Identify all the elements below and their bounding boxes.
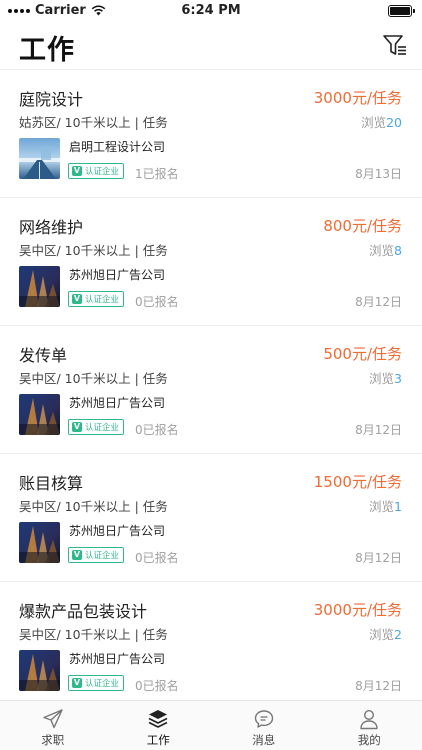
tab-messages[interactable]: 消息 xyxy=(211,701,317,750)
views-count: 8 xyxy=(394,243,402,258)
job-date: 8月12日 xyxy=(355,551,402,565)
job-pay: 500元/任务 xyxy=(323,345,402,363)
tab-label: 工作 xyxy=(146,733,170,747)
company-logo xyxy=(19,394,60,435)
job-list[interactable]: 庭院设计 3000元/任务 姑苏区/ 10千米以上 | 任务 浏览20 启明工程… xyxy=(0,70,422,700)
job-title: 庭院设计 xyxy=(19,90,84,109)
job-views: 浏览20 xyxy=(361,112,402,131)
verified-label: 认证企业 xyxy=(85,423,120,433)
apply-count: 0已报名 xyxy=(135,679,179,693)
job-location-meta: 吴中区/ 10千米以上 | 任务 xyxy=(19,243,168,258)
job-location-meta: 吴中区/ 10千米以上 | 任务 xyxy=(19,627,168,642)
verified-label: 认证企业 xyxy=(85,679,120,689)
tab-label: 消息 xyxy=(252,733,276,747)
job-views: 浏览1 xyxy=(369,496,402,515)
job-pay: 3000元/任务 xyxy=(313,601,402,619)
verified-label: 认证企业 xyxy=(85,551,120,561)
verified-label: 认证企业 xyxy=(85,167,120,177)
layers-icon xyxy=(148,710,168,728)
job-pay: 800元/任务 xyxy=(323,217,402,235)
company-name: 苏州旭日广告公司 xyxy=(69,524,166,538)
job-card[interactable]: 账目核算 1500元/任务 吴中区/ 10千米以上 | 任务 浏览1 苏州旭日广… xyxy=(0,454,422,582)
company-logo xyxy=(19,522,60,563)
company-name: 苏州旭日广告公司 xyxy=(69,396,166,410)
filter-icon[interactable] xyxy=(382,32,408,58)
verified-v-icon: V xyxy=(72,422,82,432)
company-logo xyxy=(19,650,60,691)
verified-badge: V 认证企业 xyxy=(68,547,125,563)
job-card[interactable]: 发传单 500元/任务 吴中区/ 10千米以上 | 任务 浏览3 苏州旭日广告公… xyxy=(0,326,422,454)
battery-icon xyxy=(388,5,415,17)
company-logo xyxy=(19,138,60,179)
job-views: 浏览8 xyxy=(369,240,402,259)
company-name: 苏州旭日广告公司 xyxy=(69,652,166,666)
job-views: 浏览3 xyxy=(369,368,402,387)
job-pay: 1500元/任务 xyxy=(313,473,402,491)
apply-count: 0已报名 xyxy=(135,295,179,309)
views-label: 浏览 xyxy=(369,627,395,642)
job-location-meta: 吴中区/ 10千米以上 | 任务 xyxy=(19,499,168,514)
views-label: 浏览 xyxy=(369,371,395,386)
verified-v-icon: V xyxy=(72,294,82,304)
page-title: 工作 xyxy=(19,35,75,66)
tab-label: 求职 xyxy=(41,733,65,747)
verified-label: 认证企业 xyxy=(85,295,120,305)
views-label: 浏览 xyxy=(361,115,387,130)
verified-v-icon: V xyxy=(72,550,82,560)
nav-header: 工作 xyxy=(0,22,422,70)
job-location-meta: 姑苏区/ 10千米以上 | 任务 xyxy=(19,115,168,130)
status-bar: Carrier 6:24 PM xyxy=(0,0,422,22)
job-title: 网络维护 xyxy=(19,218,84,237)
user-icon xyxy=(360,709,378,730)
company-logo xyxy=(19,266,60,307)
job-card[interactable]: 爆款产品包装设计 3000元/任务 吴中区/ 10千米以上 | 任务 浏览2 苏… xyxy=(0,582,422,700)
apply-count: 1已报名 xyxy=(135,167,179,181)
tab-work[interactable]: 工作 xyxy=(106,701,212,750)
job-pay: 3000元/任务 xyxy=(313,89,402,107)
views-count: 3 xyxy=(394,371,402,386)
tab-label: 我的 xyxy=(357,733,381,747)
views-label: 浏览 xyxy=(369,243,395,258)
views-count: 20 xyxy=(386,115,402,130)
job-title: 发传单 xyxy=(19,346,68,365)
verified-badge: V 认证企业 xyxy=(68,675,125,691)
job-date: 8月12日 xyxy=(355,679,402,693)
paper-plane-icon xyxy=(43,709,63,729)
company-name: 启明工程设计公司 xyxy=(69,140,166,154)
company-name: 苏州旭日广告公司 xyxy=(69,268,166,282)
job-card[interactable]: 网络维护 800元/任务 吴中区/ 10千米以上 | 任务 浏览8 苏州旭日广告… xyxy=(0,198,422,326)
job-views: 浏览2 xyxy=(369,624,402,643)
verified-v-icon: V xyxy=(72,166,82,176)
views-count: 2 xyxy=(394,627,402,642)
job-title: 账目核算 xyxy=(19,474,84,493)
job-card[interactable]: 庭院设计 3000元/任务 姑苏区/ 10千米以上 | 任务 浏览20 启明工程… xyxy=(0,70,422,198)
job-location-meta: 吴中区/ 10千米以上 | 任务 xyxy=(19,371,168,386)
chat-bubble-icon xyxy=(254,710,273,728)
verified-v-icon: V xyxy=(72,678,82,688)
tab-job-seeking[interactable]: 求职 xyxy=(0,701,106,750)
verified-badge: V 认证企业 xyxy=(68,419,125,435)
job-date: 8月13日 xyxy=(355,167,402,181)
apply-count: 0已报名 xyxy=(135,551,179,565)
clock: 6:24 PM xyxy=(181,3,241,18)
tab-bar: 求职 工作 消息 我的 xyxy=(0,700,422,750)
job-title: 爆款产品包装设计 xyxy=(19,602,148,621)
job-date: 8月12日 xyxy=(355,295,402,309)
views-label: 浏览 xyxy=(369,499,395,514)
verified-badge: V 认证企业 xyxy=(68,291,125,307)
verified-badge: V 认证企业 xyxy=(68,163,125,179)
job-date: 8月12日 xyxy=(355,423,402,437)
tab-profile[interactable]: 我的 xyxy=(317,701,422,750)
views-count: 1 xyxy=(394,499,402,514)
apply-count: 0已报名 xyxy=(135,423,179,437)
